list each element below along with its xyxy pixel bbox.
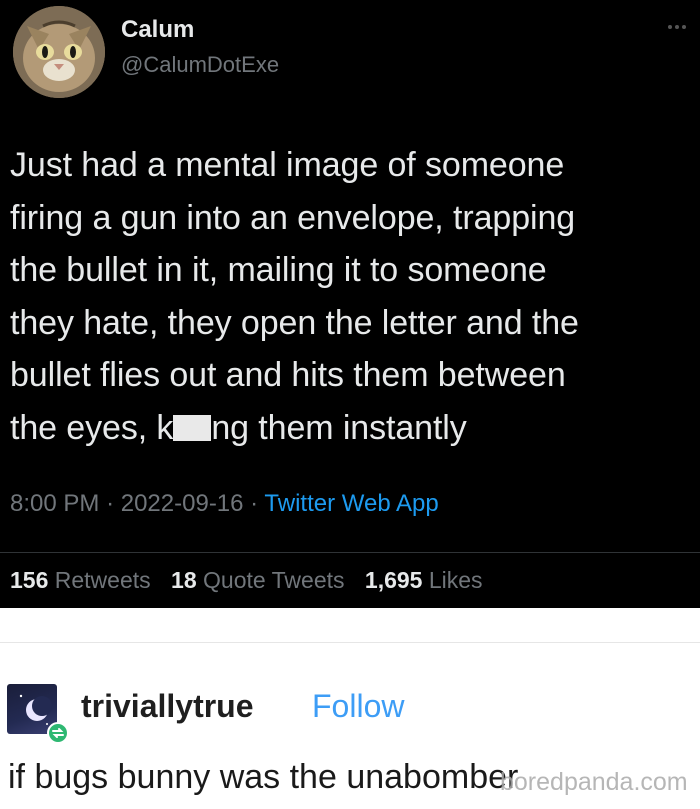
- quotes-count: 18: [171, 567, 197, 593]
- quotes-label: Quote Tweets: [203, 567, 345, 593]
- tweet-line: bullet flies out and hits them between: [10, 356, 566, 394]
- tweet-stats: 156 Retweets 18 Quote Tweets 1,695 Likes: [10, 567, 483, 594]
- retweets-stat[interactable]: 156 Retweets: [10, 567, 151, 593]
- tweet-meta: 8:00 PM · 2022-09-16 · Twitter Web App: [10, 490, 439, 518]
- quotes-stat[interactable]: 18 Quote Tweets: [171, 567, 344, 593]
- retweets-label: Retweets: [54, 567, 151, 593]
- tweet-line-last: the eyes, k ng them instantly: [10, 402, 690, 455]
- meta-separator: ·: [106, 490, 121, 517]
- tumblr-post: triviallytrue Follow if bugs bunny was t…: [0, 608, 700, 809]
- tweet-text: Just had a mental image of someone firin…: [10, 139, 690, 454]
- censor-box: [173, 414, 212, 441]
- divider: [0, 552, 700, 553]
- likes-count: 1,695: [364, 567, 423, 593]
- tweet-line: firing a gun into an envelope, trapping: [10, 198, 576, 237]
- tweet-text-after-censor: ng them instantly: [211, 408, 467, 447]
- retweets-count: 156: [10, 567, 49, 593]
- tweet-time[interactable]: 8:00 PM: [10, 490, 99, 517]
- tweet-text-before-censor: the eyes, k: [10, 408, 174, 447]
- tweet-source[interactable]: Twitter Web App: [264, 490, 438, 517]
- likes-stat[interactable]: 1,695 Likes: [365, 567, 483, 593]
- tumblr-username[interactable]: triviallytrue: [81, 688, 254, 725]
- tweet-line: Just had a mental image of someone: [10, 146, 565, 184]
- more-icon[interactable]: [668, 22, 692, 32]
- tweet-date[interactable]: 2022-09-16: [121, 490, 244, 517]
- meta-separator: ·: [250, 490, 265, 517]
- reblog-icon: [47, 722, 69, 744]
- cat-avatar-icon: [13, 6, 105, 98]
- tweet-card: Calum @CalumDotExe Just had a mental ima…: [0, 0, 700, 608]
- likes-label: Likes: [428, 567, 483, 593]
- tweet-line: the bullet in it, mailing it to someone: [10, 251, 547, 289]
- follow-button[interactable]: Follow: [312, 688, 404, 725]
- author-avatar[interactable]: [13, 6, 105, 98]
- author-name[interactable]: Calum: [121, 16, 194, 44]
- divider: [0, 642, 700, 643]
- tumblr-post-text: if bugs bunny was the unabomber: [8, 758, 519, 796]
- tweet-line: they hate, they open the letter and the: [10, 303, 579, 342]
- author-handle[interactable]: @CalumDotExe: [121, 52, 279, 78]
- watermark: boredpanda.com: [500, 768, 688, 796]
